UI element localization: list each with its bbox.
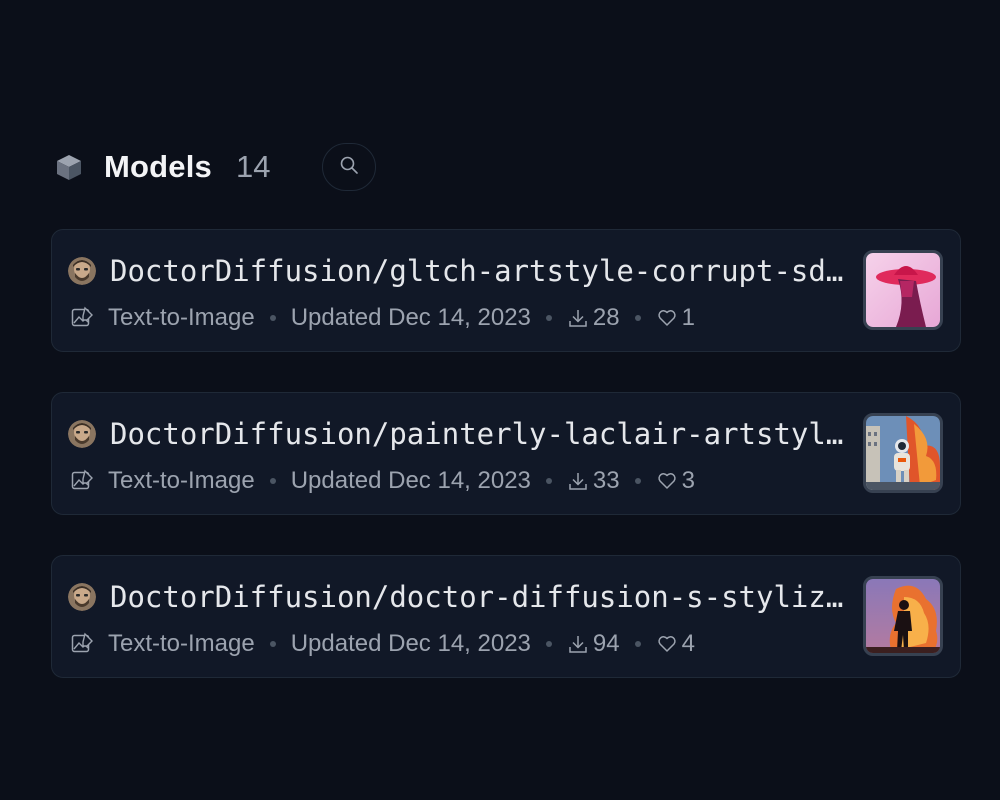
separator-dot — [269, 315, 276, 321]
model-meta: Text-to-Image Updated Dec 14, 2023 33 3 — [70, 465, 695, 497]
model-name[interactable]: DoctorDiffusion/doctor-diffusion-s-styli… — [110, 577, 846, 617]
heart-icon — [656, 470, 678, 492]
separator-dot — [545, 641, 552, 647]
model-meta: Text-to-Image Updated Dec 14, 2023 28 1 — [70, 302, 695, 334]
model-task: Text-to-Image — [108, 467, 255, 494]
model-updated: Updated Dec 14, 2023 — [290, 630, 531, 657]
cube-icon — [54, 152, 84, 182]
avatar — [68, 257, 96, 285]
search-icon — [339, 155, 359, 180]
models-count: 14 — [236, 149, 271, 184]
model-updated: Updated Dec 14, 2023 — [290, 304, 531, 331]
download-icon — [567, 633, 589, 655]
separator-dot — [634, 478, 641, 484]
model-name[interactable]: DoctorDiffusion/gltch-artstyle-corrupt-s… — [110, 251, 846, 291]
heart-icon — [656, 307, 678, 329]
pink-figure-hat-thumbnail — [863, 250, 943, 330]
model-downloads: 94 — [592, 630, 620, 657]
model-likes: 3 — [681, 467, 695, 494]
search-button[interactable] — [322, 143, 377, 191]
model-likes: 1 — [681, 304, 695, 331]
models-section-header: Models 14 — [54, 142, 377, 192]
model-task: Text-to-Image — [108, 304, 255, 331]
model-list: DoctorDiffusion/gltch-artstyle-corrupt-s… — [51, 229, 961, 718]
text-to-image-icon — [70, 631, 96, 657]
separator-dot — [269, 641, 276, 647]
separator-dot — [634, 641, 641, 647]
model-downloads: 33 — [592, 467, 620, 494]
model-task: Text-to-Image — [108, 630, 255, 657]
separator-dot — [545, 478, 552, 484]
model-card[interactable]: DoctorDiffusion/gltch-artstyle-corrupt-s… — [51, 229, 961, 352]
heart-icon — [656, 633, 678, 655]
separator-dot — [545, 315, 552, 321]
model-likes: 4 — [681, 630, 695, 657]
model-meta: Text-to-Image Updated Dec 14, 2023 94 4 — [70, 628, 695, 660]
model-name[interactable]: DoctorDiffusion/painterly-laclair-artsty… — [110, 414, 846, 454]
model-updated: Updated Dec 14, 2023 — [290, 467, 531, 494]
avatar — [68, 420, 96, 448]
text-to-image-icon — [70, 305, 96, 331]
separator-dot — [634, 315, 641, 321]
silhouette-fire-thumbnail — [863, 576, 943, 656]
download-icon — [567, 307, 589, 329]
text-to-image-icon — [70, 468, 96, 494]
model-card[interactable]: DoctorDiffusion/painterly-laclair-artsty… — [51, 392, 961, 515]
avatar — [68, 583, 96, 611]
model-downloads: 28 — [592, 304, 620, 331]
section-title: Models — [104, 149, 212, 184]
download-icon — [567, 470, 589, 492]
model-card[interactable]: DoctorDiffusion/doctor-diffusion-s-styli… — [51, 555, 961, 678]
separator-dot — [269, 478, 276, 484]
astronaut-fire-city-thumbnail — [863, 413, 943, 493]
